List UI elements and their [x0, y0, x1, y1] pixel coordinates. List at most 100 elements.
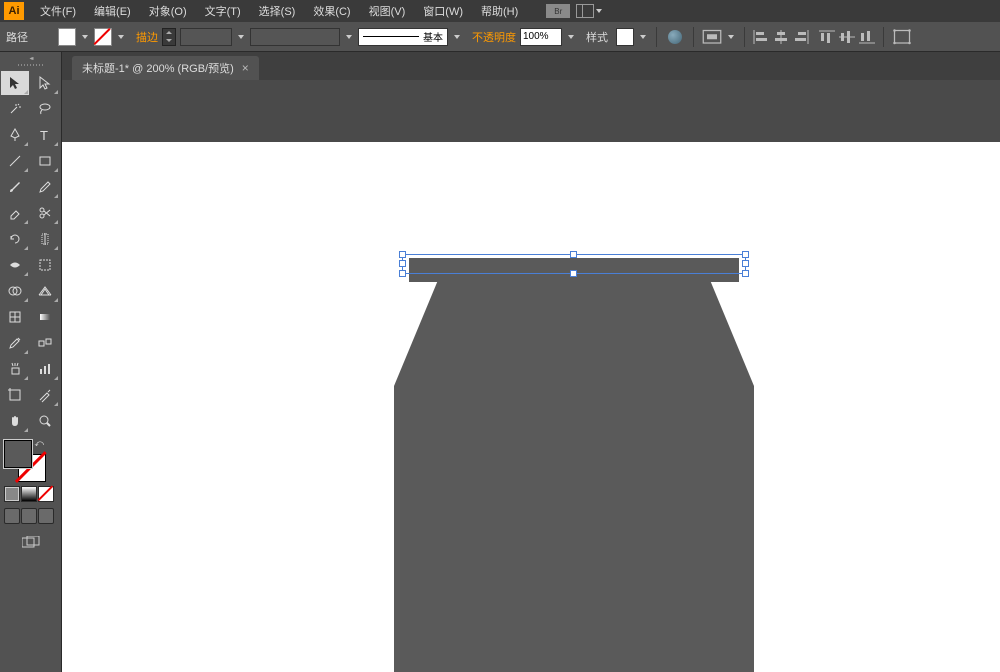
- stroke-dropdown[interactable]: [116, 28, 126, 46]
- swap-fill-stroke-icon[interactable]: ⤺: [34, 438, 44, 449]
- transform-icon[interactable]: [892, 28, 912, 46]
- stroke-weight-dropdown[interactable]: [236, 28, 246, 46]
- eraser-tool[interactable]: [1, 201, 29, 225]
- artboard-tool[interactable]: [1, 383, 29, 407]
- opacity-dropdown[interactable]: [566, 28, 576, 46]
- draw-inside[interactable]: [38, 508, 54, 524]
- free-transform-tool[interactable]: [31, 253, 59, 277]
- jar-body-shape[interactable]: [394, 282, 754, 672]
- hand-tool[interactable]: [1, 409, 29, 433]
- resize-handle-br[interactable]: [742, 270, 749, 277]
- draw-behind[interactable]: [21, 508, 37, 524]
- resize-handle-ml[interactable]: [399, 260, 406, 267]
- menu-edit[interactable]: 编辑(E): [86, 1, 139, 21]
- mesh-tool[interactable]: [1, 305, 29, 329]
- color-mode-gradient[interactable]: [21, 486, 37, 502]
- stroke-weight-field[interactable]: [180, 28, 232, 46]
- stroke-weight-spinner[interactable]: [162, 28, 176, 46]
- paintbrush-tool[interactable]: [1, 175, 29, 199]
- selection-tool[interactable]: [1, 71, 29, 95]
- variable-width-dropdown[interactable]: [344, 28, 354, 46]
- fill-dropdown[interactable]: [80, 28, 90, 46]
- menubar: Ai 文件(F) 编辑(E) 对象(O) 文字(T) 选择(S) 效果(C) 视…: [0, 0, 1000, 22]
- menu-view[interactable]: 视图(V): [361, 1, 414, 21]
- fill-box[interactable]: [4, 440, 32, 468]
- separator: [656, 27, 657, 47]
- variable-width-profile[interactable]: [250, 28, 340, 46]
- draw-normal[interactable]: [4, 508, 20, 524]
- align-top-icon[interactable]: [819, 30, 835, 44]
- align-bottom-icon[interactable]: [859, 30, 875, 44]
- type-tool[interactable]: T: [31, 123, 59, 147]
- menu-select[interactable]: 选择(S): [251, 1, 304, 21]
- artboard[interactable]: [62, 142, 1000, 672]
- rotate-tool[interactable]: [1, 227, 29, 251]
- align-to-dropdown[interactable]: [726, 28, 736, 46]
- selection-type-label: 路径: [6, 29, 28, 45]
- brush-definition-dropdown[interactable]: [452, 28, 462, 46]
- style-swatch[interactable]: [616, 28, 634, 46]
- recolor-icon[interactable]: [665, 28, 685, 46]
- blend-tool[interactable]: [31, 331, 59, 355]
- svg-text:T: T: [40, 128, 48, 143]
- panel-grip[interactable]: [0, 62, 61, 68]
- tab-close-icon[interactable]: ×: [242, 61, 249, 75]
- tool-panel: T: [0, 52, 62, 672]
- opacity-field[interactable]: 100%: [520, 28, 562, 46]
- eyedropper-tool[interactable]: [1, 331, 29, 355]
- reflect-tool[interactable]: [31, 227, 59, 251]
- gradient-tool[interactable]: [31, 305, 59, 329]
- resize-handle-tc[interactable]: [570, 251, 577, 258]
- layout-dropdown-icon[interactable]: [596, 9, 602, 13]
- menu-window[interactable]: 窗口(W): [415, 1, 471, 21]
- screen-mode-button[interactable]: [17, 532, 45, 554]
- scissors-tool[interactable]: [31, 201, 59, 225]
- fill-swatch[interactable]: [58, 28, 76, 46]
- style-dropdown[interactable]: [638, 28, 648, 46]
- align-to-selection-icon[interactable]: [702, 28, 722, 46]
- separator: [693, 27, 694, 47]
- color-mode-solid[interactable]: [4, 486, 20, 502]
- perspective-grid-tool[interactable]: [31, 279, 59, 303]
- menu-file[interactable]: 文件(F): [32, 1, 84, 21]
- bridge-icon[interactable]: Br: [546, 4, 570, 18]
- align-right-icon[interactable]: [793, 30, 809, 44]
- selection-bounding-box[interactable]: [402, 254, 746, 274]
- symbol-sprayer-tool[interactable]: [1, 357, 29, 381]
- column-graph-tool[interactable]: [31, 357, 59, 381]
- magic-wand-tool[interactable]: [1, 97, 29, 121]
- document-tab[interactable]: 未标题-1* @ 200% (RGB/预览) ×: [72, 56, 259, 80]
- zoom-tool[interactable]: [31, 409, 59, 433]
- document-tab-title: 未标题-1* @ 200% (RGB/预览): [82, 60, 234, 76]
- panel-collapse-icon[interactable]: [0, 54, 61, 62]
- align-hcenter-icon[interactable]: [773, 30, 789, 44]
- width-tool[interactable]: [1, 253, 29, 277]
- align-vcenter-icon[interactable]: [839, 30, 855, 44]
- align-left-icon[interactable]: [753, 30, 769, 44]
- stroke-label[interactable]: 描边: [136, 29, 158, 45]
- pencil-tool[interactable]: [31, 175, 59, 199]
- fill-stroke-control[interactable]: ⤺: [4, 440, 46, 482]
- slice-tool[interactable]: [31, 383, 59, 407]
- menu-type[interactable]: 文字(T): [197, 1, 249, 21]
- resize-handle-bc[interactable]: [570, 270, 577, 277]
- line-tool[interactable]: [1, 149, 29, 173]
- menu-effect[interactable]: 效果(C): [305, 1, 358, 21]
- color-mode-none[interactable]: [38, 486, 54, 502]
- layout-chooser-icon[interactable]: [576, 4, 594, 18]
- resize-handle-tl[interactable]: [399, 251, 406, 258]
- lasso-tool[interactable]: [31, 97, 59, 121]
- rectangle-tool[interactable]: [31, 149, 59, 173]
- controlbar: 路径 描边 基本 不透明度 100% 样式: [0, 22, 1000, 52]
- resize-handle-mr[interactable]: [742, 260, 749, 267]
- resize-handle-bl[interactable]: [399, 270, 406, 277]
- opacity-label[interactable]: 不透明度: [472, 29, 516, 45]
- resize-handle-tr[interactable]: [742, 251, 749, 258]
- brush-definition[interactable]: 基本: [358, 28, 448, 46]
- menu-help[interactable]: 帮助(H): [473, 1, 526, 21]
- menu-object[interactable]: 对象(O): [141, 1, 195, 21]
- stroke-swatch[interactable]: [94, 28, 112, 46]
- shape-builder-tool[interactable]: [1, 279, 29, 303]
- pen-tool[interactable]: [1, 123, 29, 147]
- direct-selection-tool[interactable]: [31, 71, 59, 95]
